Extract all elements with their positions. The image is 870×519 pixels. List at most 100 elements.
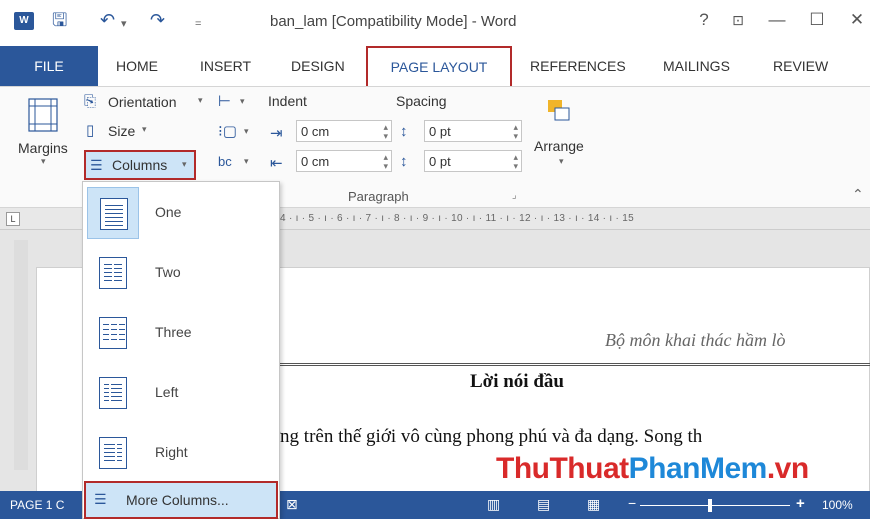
spacing-before-value: 0 pt [429, 124, 451, 139]
orientation-label: Orientation [108, 94, 177, 110]
maximize-icon[interactable]: ☐ [806, 10, 828, 30]
undo-dropdown-icon[interactable]: ▾ [121, 13, 127, 35]
columns-button[interactable]: ☰ Columns ▾ [84, 150, 196, 180]
columns-option-right[interactable]: Right [83, 422, 279, 482]
indent-left-value: 0 cm [301, 124, 330, 139]
breaks-dropdown-icon[interactable]: ▾ [240, 96, 245, 107]
indent-left-icon: ⇥ [270, 125, 283, 142]
columns-option-three[interactable]: Three [83, 302, 279, 362]
minimize-icon[interactable]: — [766, 10, 788, 30]
page-indicator[interactable]: PAGE 1 C [10, 498, 64, 512]
undo-icon[interactable]: ↶ [100, 9, 115, 31]
orientation-dropdown-icon: ▾ [198, 95, 203, 105]
header-divider [280, 363, 870, 366]
columns-option-label: Three [155, 324, 192, 340]
more-columns-button[interactable]: ☰ More Columns... [84, 481, 278, 519]
proofing-icon[interactable]: ⊠ [286, 496, 298, 513]
document-body-text: ợng trên thế giới vô cùng phong phú và đ… [270, 426, 703, 447]
redo-icon[interactable]: ↷ [150, 9, 165, 31]
orientation-button[interactable]: ⎘ Orientation ▾ [84, 92, 212, 114]
margins-icon [28, 98, 58, 132]
spacing-after-value: 0 pt [429, 154, 451, 169]
title-bar: W 🖫 ↶ ▾ ↷ = ban_lam [Compatibility Mode]… [0, 0, 870, 46]
columns-option-thumbnail [87, 247, 139, 299]
indent-right-field[interactable]: 0 cm ▴ ▾ [296, 150, 392, 172]
arrange-dropdown-icon: ▾ [559, 156, 564, 166]
indent-left-field[interactable]: 0 cm ▴ ▾ [296, 120, 392, 142]
columns-option-thumbnail [87, 187, 139, 239]
ribbon-tabs: FILE HOME INSERT DESIGN PAGE LAYOUT REFE… [0, 46, 870, 86]
spacing-before-icon: ↕ [400, 123, 408, 140]
size-button[interactable]: ▯ Size ▾ [84, 121, 164, 143]
arrange-label: Arrange [534, 138, 584, 154]
margins-button[interactable]: Margins ▾ [16, 92, 76, 176]
indent-label: Indent [268, 93, 307, 109]
tab-page-layout[interactable]: PAGE LAYOUT [366, 46, 512, 86]
spacing-before-down-icon[interactable]: ▾ [513, 131, 518, 141]
help-icon[interactable]: ? [693, 10, 715, 30]
zoom-in-icon[interactable]: + [796, 495, 805, 512]
columns-option-two[interactable]: Two [83, 242, 279, 302]
spacing-after-icon: ↕ [400, 153, 408, 170]
spacing-after-field[interactable]: 0 pt ▴ ▾ [424, 150, 522, 172]
columns-option-one[interactable]: One [83, 182, 279, 242]
tab-file[interactable]: FILE [0, 46, 98, 86]
indent-left-down-icon[interactable]: ▾ [383, 131, 388, 141]
orientation-icon: ⎘ [84, 93, 97, 110]
zoom-slider-thumb[interactable] [708, 499, 712, 512]
vertical-ruler[interactable] [14, 240, 28, 470]
line-numbers-icon[interactable]: ⁝▢ [218, 124, 237, 140]
size-label: Size [108, 123, 136, 139]
tab-review[interactable]: REVIEW [773, 58, 828, 74]
hyphenation-icon[interactable]: bc [218, 154, 232, 170]
columns-option-thumbnail [87, 307, 139, 359]
columns-option-label: Two [155, 264, 181, 280]
close-icon[interactable]: ✕ [846, 10, 868, 30]
word-app-icon[interactable]: W [14, 12, 34, 30]
columns-option-left[interactable]: Left [83, 362, 279, 422]
zoom-out-icon[interactable]: − [628, 495, 636, 511]
zoom-slider[interactable] [640, 505, 790, 506]
document-heading: Lời nói đầu [470, 371, 564, 392]
margins-label: Margins [18, 140, 68, 156]
line-numbers-dropdown-icon[interactable]: ▾ [244, 126, 249, 137]
more-columns-label: More Columns... [126, 492, 229, 508]
window-title: ban_lam [Compatibility Mode] - Word [270, 13, 517, 30]
right-columns-icon [99, 437, 127, 469]
tab-insert[interactable]: INSERT [200, 58, 251, 74]
arrange-button[interactable]: Arrange ▾ [532, 92, 594, 178]
tab-page-layout-label: PAGE LAYOUT [390, 59, 488, 75]
margins-dropdown-icon: ▾ [41, 156, 46, 166]
print-layout-icon[interactable]: ▤ [537, 496, 550, 513]
watermark-blue: PhanMem [628, 452, 768, 485]
columns-option-thumbnail [87, 367, 139, 419]
save-icon[interactable]: 🖫 [52, 9, 67, 31]
tab-mailings[interactable]: MAILINGS [663, 58, 730, 74]
columns-label: Columns [112, 157, 168, 173]
tab-selector[interactable]: L [6, 212, 20, 226]
breaks-icon[interactable]: ⊢ [218, 94, 231, 110]
tab-home[interactable]: HOME [116, 58, 158, 74]
hyphenation-dropdown-icon[interactable]: ▾ [244, 156, 249, 167]
columns-option-thumbnail [87, 427, 139, 479]
document-header-text: Bộ môn khai thác hầm lò [605, 330, 786, 350]
zoom-level[interactable]: 100% [822, 498, 853, 512]
customize-qat-icon[interactable]: = [195, 13, 201, 35]
spacing-after-down-icon[interactable]: ▾ [513, 161, 518, 171]
paragraph-launcher-icon[interactable]: ⌟ [512, 190, 517, 201]
read-mode-icon[interactable]: ▥ [487, 496, 500, 513]
left-columns-icon [99, 377, 127, 409]
ribbon-display-options-icon[interactable]: ⊡ [727, 12, 749, 29]
web-layout-icon[interactable]: ▦ [587, 496, 600, 513]
arrange-icon [548, 100, 570, 121]
indent-right-down-icon[interactable]: ▾ [383, 161, 388, 171]
two-columns-icon [99, 257, 127, 289]
tab-design[interactable]: DESIGN [291, 58, 345, 74]
collapse-ribbon-icon[interactable]: ⌃ [852, 186, 864, 203]
watermark-logo: ThuThuatPhanMem.vn [496, 452, 809, 486]
paragraph-group-label: Paragraph [348, 189, 409, 204]
tab-references[interactable]: REFERENCES [530, 58, 626, 74]
watermark-red: ThuThuat [496, 452, 629, 485]
three-columns-icon [99, 317, 127, 349]
spacing-before-field[interactable]: 0 pt ▴ ▾ [424, 120, 522, 142]
